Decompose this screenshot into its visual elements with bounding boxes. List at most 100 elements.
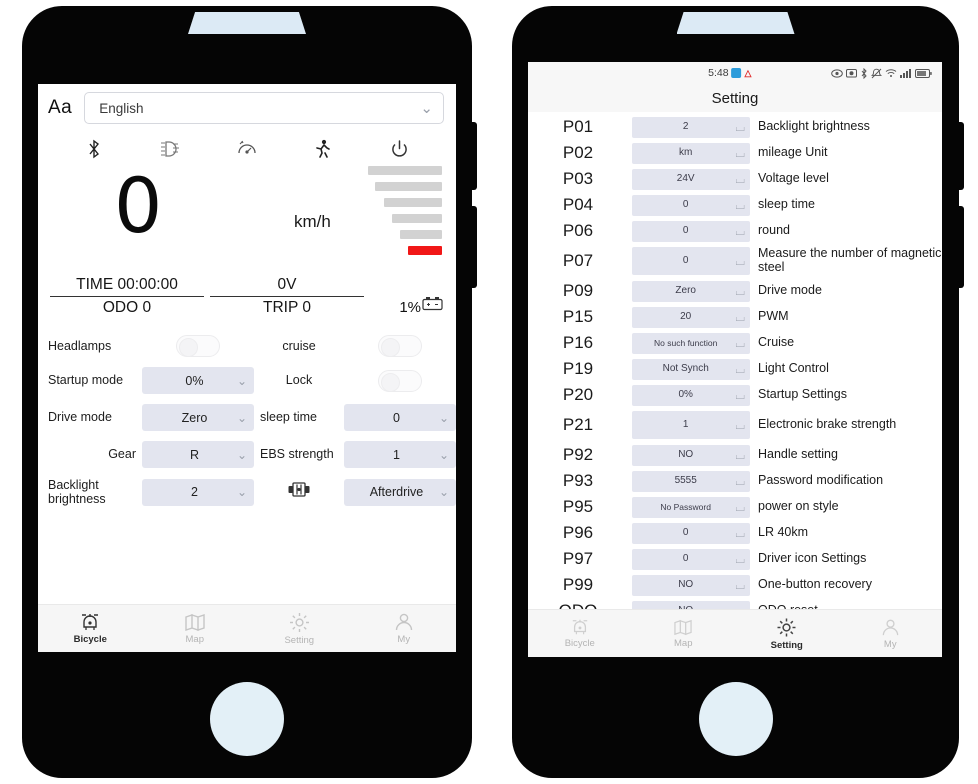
power-icon[interactable]: [387, 136, 413, 162]
volume-up-button[interactable]: [958, 122, 964, 190]
parameter-row: P99 NO ⌴ One-button recovery: [528, 572, 942, 598]
bluetooth-icon: [860, 67, 868, 79]
startup-mode-dropdown[interactable]: 0% ⌄: [142, 367, 254, 394]
parameter-value-dropdown[interactable]: Zero ⌴: [632, 280, 750, 302]
parameter-value-dropdown[interactable]: 20 ⌴: [632, 306, 750, 328]
chevron-down-icon: ⌴: [735, 474, 745, 488]
drive-mode-dropdown[interactable]: Zero ⌄: [142, 404, 254, 431]
parameter-value-dropdown[interactable]: 0 ⌴: [632, 194, 750, 216]
chevron-down-icon: ⌴: [735, 526, 745, 540]
parameter-value-dropdown[interactable]: 0 ⌴: [632, 247, 750, 275]
gear-dropdown[interactable]: R ⌄: [142, 441, 254, 468]
battery-icon: [422, 296, 444, 316]
volume-up-button[interactable]: [471, 122, 477, 190]
parameter-value: 0: [682, 198, 689, 210]
parameter-value-dropdown[interactable]: 0 ⌴: [632, 548, 750, 570]
tab-my[interactable]: My: [352, 605, 457, 652]
parameter-value: 0: [682, 526, 689, 538]
parameter-value-dropdown[interactable]: NO ⌴: [632, 444, 750, 466]
tab-bicycle[interactable]: Bicycle: [528, 610, 632, 657]
headlamps-toggle-cell: [142, 335, 254, 357]
tab-setting[interactable]: Setting: [735, 610, 839, 657]
parameter-list: P01 2 ⌴ Backlight brightness P02 km ⌴ mileage U…: [528, 112, 942, 624]
tab-setting[interactable]: Setting: [247, 605, 352, 652]
afterdrive-dropdown[interactable]: Afterdrive ⌄: [344, 478, 456, 506]
trip-stats: TIME 00:00:00 ODO 0 0V TRIP 0 1%: [38, 276, 456, 317]
dashboard-readout: 0 km/h: [38, 164, 456, 282]
volume-down-button[interactable]: [471, 206, 477, 288]
drive-mode-value: Zero: [181, 410, 208, 425]
tab-my-label: My: [883, 638, 897, 650]
lock-toggle[interactable]: [378, 369, 422, 392]
parameter-row: P92 NO ⌴ Handle setting: [528, 442, 942, 468]
language-select-value: English: [99, 100, 144, 116]
chevron-down-icon: ⌴: [735, 388, 745, 402]
tab-my[interactable]: My: [839, 610, 943, 657]
parameter-value: No Password: [660, 501, 711, 512]
cruise-icon[interactable]: [234, 136, 260, 162]
volume-down-button[interactable]: [958, 206, 964, 288]
tab-map[interactable]: Map: [632, 610, 736, 657]
parameter-value-dropdown[interactable]: 0% ⌴: [632, 384, 750, 406]
sleep-time-dropdown[interactable]: 0 ⌄: [344, 404, 456, 431]
parameter-row: P06 0 ⌴ round: [528, 218, 942, 244]
chevron-down-icon: ⌴: [735, 146, 745, 160]
phone-device-left: Aa English ⌄ 0 km/h TIME 00:00:00 ODO 0 …: [22, 6, 477, 778]
walk-mode-icon[interactable]: [310, 136, 336, 162]
font-size-icon[interactable]: Aa: [48, 97, 72, 119]
parameter-value-dropdown[interactable]: 0 ⌴: [632, 522, 750, 544]
parameter-value-dropdown[interactable]: 1 ⌴: [632, 411, 750, 439]
ebs-strength-dropdown[interactable]: 1 ⌄: [344, 441, 456, 468]
parameter-row: P09 Zero ⌴ Drive mode: [528, 278, 942, 304]
chevron-down-icon: ⌴: [735, 552, 745, 566]
parameter-label: Drive mode: [758, 283, 822, 298]
bottom-tabbar-right: Bicycle Map Setting My: [528, 609, 942, 657]
battery-level-bars: [368, 166, 446, 262]
vehicle-controls-grid: Headlamps cruise Startup mode 0% ⌄ Lock …: [38, 335, 456, 507]
parameter-value-dropdown[interactable]: 2 ⌴: [632, 116, 750, 138]
language-select[interactable]: English ⌄: [84, 92, 444, 124]
parameter-value: Zero: [675, 284, 696, 296]
parameter-value: No such function: [654, 337, 718, 348]
chevron-down-icon: ⌴: [735, 254, 745, 268]
parameter-value: 20: [680, 310, 692, 322]
parameter-value-dropdown[interactable]: 0 ⌴: [632, 220, 750, 242]
tab-setting-label: Setting: [770, 639, 803, 651]
chevron-down-icon: ⌴: [735, 310, 745, 324]
cruise-toggle[interactable]: [378, 335, 422, 357]
battery-icon: [915, 68, 932, 78]
chevron-down-icon: ⌄: [236, 485, 247, 500]
tab-map[interactable]: Map: [143, 605, 248, 652]
parameter-value-dropdown[interactable]: km ⌴: [632, 142, 750, 164]
drive-mode-label: Drive mode: [48, 410, 112, 425]
battery-bar-1: [368, 166, 442, 175]
parameter-label: Driver icon Settings: [758, 551, 867, 566]
parameter-value: NO: [678, 578, 694, 590]
parameter-code: P03: [562, 169, 594, 188]
chevron-down-icon: ⌴: [735, 120, 745, 134]
speaker-notch: [676, 12, 795, 34]
parameter-value-dropdown[interactable]: 24V ⌴: [632, 168, 750, 190]
bluetooth-icon[interactable]: [81, 136, 107, 162]
parameter-value-dropdown[interactable]: No Password ⌴: [632, 496, 750, 518]
parameter-value-dropdown[interactable]: Not Synch ⌴: [632, 358, 750, 380]
sleep-time-label: sleep time: [260, 410, 317, 425]
parameter-value: 24V: [676, 172, 695, 184]
headlight-icon[interactable]: [158, 136, 184, 162]
voltage-trip-column: 0V TRIP 0: [210, 276, 364, 317]
statusbar-clock: 5:48: [708, 67, 729, 79]
parameter-value-dropdown[interactable]: NO ⌴: [632, 574, 750, 596]
home-button[interactable]: [210, 682, 284, 756]
notification-m-icon: △: [744, 67, 752, 78]
backlight-brightness-dropdown[interactable]: 2 ⌄: [142, 478, 254, 506]
gear-value: R: [189, 447, 199, 462]
motor-icon: [287, 481, 311, 503]
chevron-down-icon: ⌴: [735, 224, 745, 238]
parameter-value-dropdown[interactable]: 5555 ⌴: [632, 470, 750, 492]
chevron-down-icon: ⌄: [438, 447, 449, 462]
home-button[interactable]: [698, 682, 773, 756]
parameter-value-dropdown[interactable]: No such function ⌴: [632, 332, 750, 354]
headlamps-toggle[interactable]: [176, 335, 220, 357]
tab-bicycle[interactable]: Bicycle: [38, 605, 143, 652]
odo-value: ODO 0: [102, 299, 152, 316]
